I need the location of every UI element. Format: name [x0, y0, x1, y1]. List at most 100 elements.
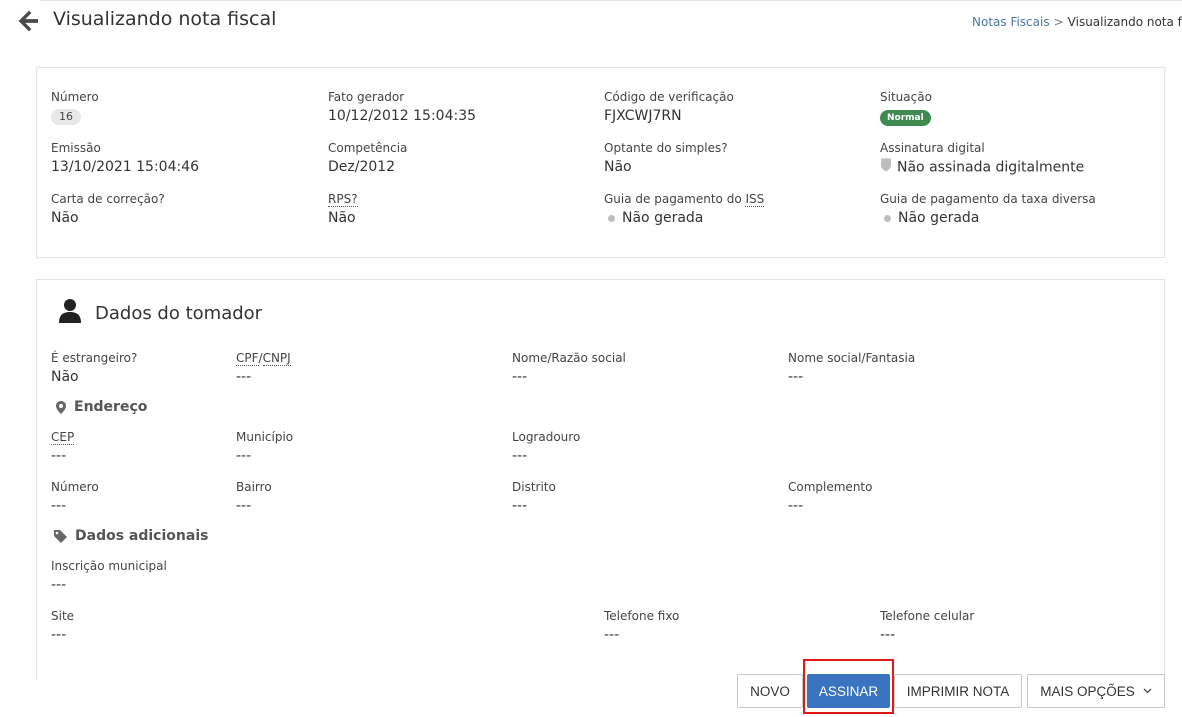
tag-icon — [54, 529, 67, 543]
field-label: CEP — [51, 429, 75, 445]
field-label: Logradouro — [512, 430, 581, 444]
highlight-box — [803, 659, 894, 714]
field-label: RPS? — [328, 191, 358, 207]
field-label: Distrito — [512, 480, 556, 494]
field-codigo-verificacao: Código de verificação FJXCWJ7RN — [604, 89, 734, 126]
field-value: --- — [236, 448, 252, 464]
field-label: CPF/CNPJ — [236, 350, 291, 366]
field-value: --- — [236, 369, 252, 385]
field-emissao: Emissão 13/10/2021 15:04:46 — [51, 140, 199, 177]
field-label: Guia de pagamento do ISS — [604, 191, 765, 207]
field-value: --- — [512, 448, 528, 464]
cnpj-abbr: CNPJ — [262, 351, 291, 366]
field-cpf-cnpj: CPF/CNPJ --- — [236, 350, 291, 387]
dados-adicionais-header: Dados adicionais — [54, 528, 208, 544]
field-value: FJXCWJ7RN — [604, 108, 682, 124]
guia-taxa-value: Não gerada — [898, 210, 980, 226]
field-fato-gerador: Fato gerador 10/12/2012 15:04:35 — [328, 89, 476, 126]
label-separator: / — [258, 351, 263, 365]
field-assinatura-digital: Assinatura digital Não assinada digitalm… — [880, 140, 1084, 178]
field-label: Situação — [880, 90, 932, 104]
iss-abbr: ISS — [745, 192, 765, 207]
field-complemento: Complemento --- — [788, 479, 872, 516]
field-nome-razao-social: Nome/Razão social --- — [512, 350, 626, 387]
summary-panel: Número 16 Fato gerador 10/12/2012 15:04:… — [36, 67, 1165, 258]
field-value: --- — [512, 369, 528, 385]
rps-label: RPS? — [328, 192, 358, 207]
field-value: --- — [51, 627, 67, 643]
field-value: 13/10/2021 15:04:46 — [51, 159, 200, 175]
field-value: 10/12/2012 15:04:35 — [328, 108, 477, 124]
field-label: Fato gerador — [328, 90, 405, 104]
field-inscricao-municipal: Inscrição municipal --- — [51, 558, 167, 595]
field-competencia: Competência Dez/2012 — [328, 140, 407, 177]
top-divider — [40, 0, 1182, 1]
field-site: Site --- — [51, 608, 74, 645]
mais-opcoes-button[interactable]: MAIS OPÇÕES — [1027, 674, 1165, 708]
field-telefone-celular: Telefone celular --- — [880, 608, 974, 645]
section-title: Dados do tomador — [95, 302, 263, 324]
novo-button[interactable]: NOVO — [737, 674, 803, 708]
field-estrangeiro: É estrangeiro? Não — [51, 350, 137, 387]
field-label: Assinatura digital — [880, 141, 985, 155]
field-nome-social: Nome social/Fantasia --- — [788, 350, 915, 387]
field-label: Bairro — [236, 480, 272, 494]
field-logradouro: Logradouro --- — [512, 429, 580, 466]
field-guia-iss: Guia de pagamento do ISS Não gerada — [604, 191, 765, 228]
field-value: --- — [51, 498, 67, 514]
field-value: --- — [788, 369, 804, 385]
imprimir-nota-button[interactable]: IMPRIMIR NOTA — [894, 674, 1022, 708]
guia-iss-label: Guia de pagamento do — [604, 192, 746, 206]
field-value: --- — [788, 498, 804, 514]
breadcrumb: Notas Fiscais>Visualizando nota fisc — [972, 15, 1182, 29]
cep-abbr: CEP — [51, 430, 75, 445]
field-optante-simples: Optante do simples? Não — [604, 140, 728, 177]
breadcrumb-separator: > — [1053, 15, 1064, 29]
field-label: Competência — [328, 141, 408, 155]
field-value: --- — [51, 448, 67, 464]
field-value: --- — [236, 498, 252, 514]
field-label: Carta de correção? — [51, 192, 165, 206]
chevron-down-icon — [1143, 688, 1152, 694]
status-dot-icon — [608, 214, 615, 222]
field-value: --- — [880, 627, 896, 643]
back-arrow-icon[interactable] — [18, 10, 44, 34]
field-label: Número — [51, 480, 99, 494]
field-label: Nome social/Fantasia — [788, 351, 916, 365]
field-label: Complemento — [788, 480, 873, 494]
field-value: Não — [604, 159, 632, 175]
field-numero-endereco: Número --- — [51, 479, 99, 516]
field-label: Guia de pagamento da taxa diversa — [880, 192, 1096, 206]
breadcrumb-current: Visualizando nota fisc — [1067, 15, 1182, 29]
tomador-panel: Dados do tomador É estrangeiro? Não CPF/… — [36, 279, 1165, 680]
field-value: Não assinada digitalmente — [880, 157, 1084, 178]
field-value: Dez/2012 — [328, 159, 396, 175]
endereco-title: Endereço — [74, 399, 148, 415]
field-label: Telefone celular — [880, 609, 975, 623]
field-value: Não — [328, 210, 356, 226]
field-value: --- — [604, 627, 620, 643]
field-cep: CEP --- — [51, 429, 75, 466]
field-value: --- — [51, 577, 67, 593]
breadcrumb-link-notas-fiscais[interactable]: Notas Fiscais — [972, 15, 1050, 29]
field-distrito: Distrito --- — [512, 479, 556, 516]
field-label: Código de verificação — [604, 90, 734, 104]
shield-icon — [880, 157, 892, 178]
field-bairro: Bairro --- — [236, 479, 272, 516]
field-label: Emissão — [51, 141, 101, 155]
tomador-header: Dados do tomador — [59, 298, 262, 328]
field-label: Site — [51, 609, 75, 623]
field-value: Não — [51, 369, 79, 385]
field-label: Município — [236, 430, 294, 444]
field-label: Nome/Razão social — [512, 351, 626, 365]
page-title: Visualizando nota fiscal — [53, 8, 277, 30]
field-label: Número — [51, 90, 99, 104]
field-telefone-fixo: Telefone fixo --- — [604, 608, 679, 645]
field-municipio: Município --- — [236, 429, 293, 466]
map-marker-icon — [56, 400, 66, 414]
user-icon — [59, 298, 81, 328]
field-label: Inscrição municipal — [51, 559, 167, 573]
field-label: Telefone fixo — [604, 609, 680, 623]
field-label: Optante do simples? — [604, 141, 728, 155]
field-carta-correcao: Carta de correção? Não — [51, 191, 165, 228]
